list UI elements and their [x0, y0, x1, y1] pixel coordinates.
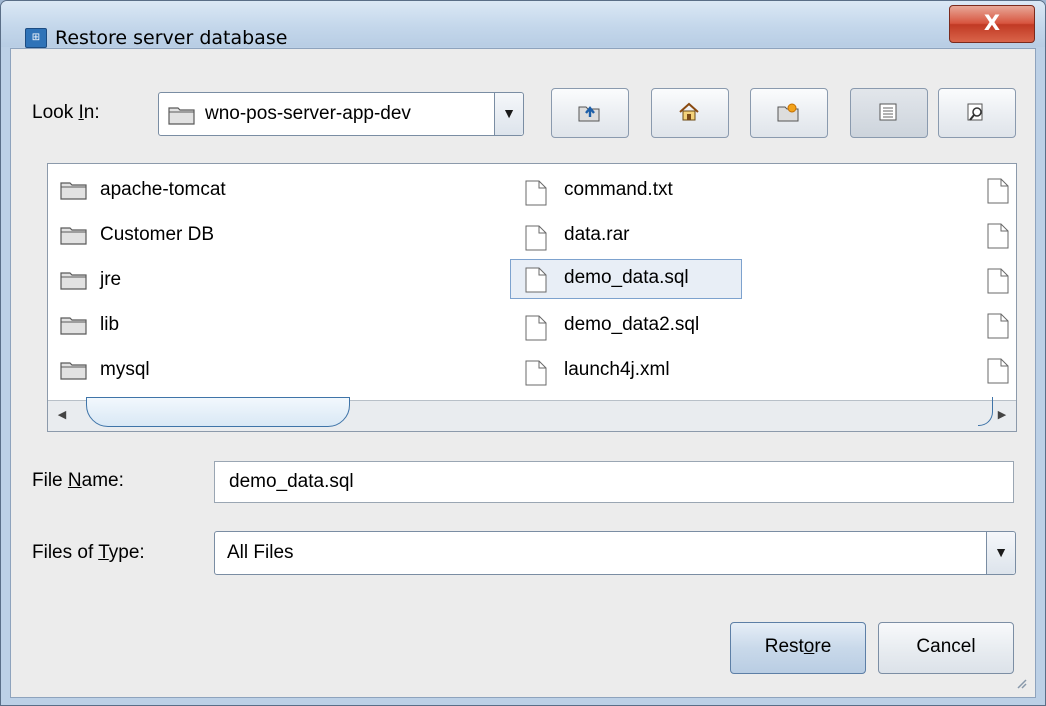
file-icon[interactable] — [986, 358, 1010, 384]
app-icon: ⊞ — [25, 28, 47, 48]
list-item-file[interactable]: demo_data2.sql — [524, 311, 784, 341]
list-view-icon — [879, 103, 897, 121]
up-one-level-button[interactable] — [551, 88, 629, 138]
file-icon[interactable] — [986, 268, 1010, 294]
file-icon — [525, 225, 547, 251]
details-view-icon — [967, 103, 983, 121]
folder-icon — [60, 182, 87, 200]
list-item-file[interactable]: launch4j.xml — [524, 356, 784, 386]
list-item-file[interactable]: command.txt — [524, 176, 784, 206]
files-of-type-combo[interactable]: All Files ▼ — [214, 531, 1016, 575]
list-item-folder[interactable]: lib — [60, 311, 380, 339]
restore-button[interactable]: Restore — [730, 622, 866, 674]
file-icon — [525, 267, 547, 293]
folder-icon — [60, 272, 87, 290]
new-folder-icon — [777, 103, 799, 122]
list-item-file[interactable]: data.rar — [524, 221, 784, 251]
home-button[interactable] — [651, 88, 729, 138]
look-in-label: Look In: — [32, 102, 100, 123]
folder-icon — [60, 227, 87, 245]
list-item-folder[interactable]: Customer DB — [60, 221, 380, 249]
files-of-type-label: Files of Type: — [32, 542, 145, 563]
look-in-dropdown-arrow[interactable]: ▼ — [494, 93, 523, 135]
title-bar[interactable]: ⊞ Restore server database X — [1, 1, 1045, 49]
look-in-value: wno-pos-server-app-dev — [205, 103, 411, 124]
files-of-type-dropdown-arrow[interactable]: ▼ — [986, 532, 1015, 574]
file-icon[interactable] — [986, 223, 1010, 249]
list-item-folder[interactable]: mysql — [60, 356, 380, 384]
folder-icon — [60, 317, 87, 335]
folder-icon — [60, 362, 87, 380]
scroll-right-arrow[interactable]: ▶ — [992, 405, 1012, 425]
home-icon — [679, 102, 699, 121]
list-view-button[interactable] — [850, 88, 928, 138]
list-item-folder[interactable]: jre — [60, 266, 380, 294]
file-name-label: File Name: — [32, 470, 124, 491]
scroll-left-arrow[interactable]: ◀ — [52, 405, 72, 425]
look-in-combo[interactable]: wno-pos-server-app-dev ▼ — [158, 92, 524, 136]
details-view-button[interactable] — [938, 88, 1016, 138]
list-item-file-selected[interactable]: demo_data.sql — [510, 259, 742, 299]
folder-icon — [168, 107, 195, 125]
new-folder-button[interactable] — [750, 88, 828, 138]
window-title: Restore server database — [55, 27, 288, 49]
file-icon[interactable] — [986, 313, 1010, 339]
list-item-folder[interactable]: apache-tomcat — [60, 176, 380, 204]
horizontal-scrollbar[interactable]: ◀ ▶ — [48, 397, 1016, 431]
file-icon — [525, 315, 547, 341]
file-name-field[interactable]: demo_data.sql — [214, 461, 1014, 503]
file-icon[interactable] — [986, 178, 1010, 204]
file-icon — [525, 180, 547, 206]
up-one-level-icon — [578, 106, 600, 122]
scrollbar-thumb-end — [978, 397, 993, 426]
file-list[interactable]: apache-tomcat Customer DB jre lib mysql … — [47, 163, 1017, 432]
file-icon — [525, 360, 547, 386]
scrollbar-thumb[interactable] — [86, 397, 350, 427]
close-button[interactable]: X — [949, 5, 1035, 43]
cancel-button[interactable]: Cancel — [878, 622, 1014, 674]
resize-grip-icon[interactable] — [1004, 676, 1030, 692]
